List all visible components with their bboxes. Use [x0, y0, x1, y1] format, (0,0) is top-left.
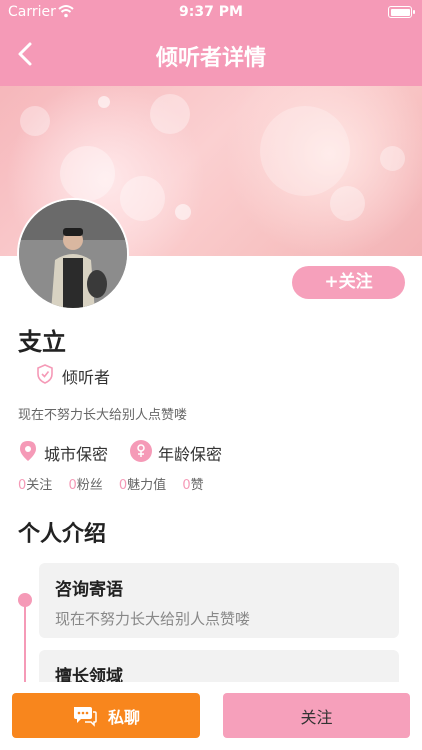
bottom-action-bar: 私聊 关注 — [0, 682, 422, 750]
gender-icon — [130, 440, 152, 462]
follow-button[interactable]: 关注 — [223, 693, 410, 738]
stat-charm[interactable]: 0魅力值 — [119, 474, 166, 493]
stat-fans[interactable]: 0粉丝 — [68, 474, 102, 493]
user-name: 支立 — [18, 328, 66, 356]
follow-pill-button[interactable]: +关注 — [292, 266, 405, 299]
top-bar: Carrier 9:37 PM 倾听者详情 — [0, 0, 422, 86]
card-text: 现在不努力长大给别人点赞喽 — [55, 610, 251, 628]
card-title: 咨询寄语 — [55, 580, 123, 600]
timeline-dot — [18, 593, 32, 607]
battery-icon — [388, 6, 415, 18]
page-title: 倾听者详情 — [155, 46, 266, 71]
chat-bubble-icon — [73, 706, 97, 727]
stat-likes[interactable]: 0赞 — [182, 474, 203, 493]
bio-text: 现在不努力长大给别人点赞喽 — [18, 408, 188, 423]
role-label: 倾听者 — [62, 368, 111, 387]
city-label: 城市保密 — [44, 445, 109, 464]
location-pin-icon — [20, 441, 36, 461]
avatar-photo — [19, 200, 127, 308]
status-bar: Carrier 9:37 PM — [0, 0, 422, 26]
private-chat-label: 私聊 — [107, 707, 140, 727]
avatar — [17, 198, 129, 310]
age-label: 年龄保密 — [158, 445, 223, 464]
clock: 9:37 PM — [179, 4, 243, 20]
private-chat-button[interactable]: 私聊 — [12, 693, 200, 738]
stats-row: 0关注 0粉丝 0魅力值 0赞 — [18, 474, 216, 493]
intro-card: 咨询寄语 现在不努力长大给别人点赞喽 — [39, 563, 399, 638]
intro-section-title: 个人介绍 — [18, 522, 107, 547]
shield-icon — [37, 364, 53, 384]
stat-following[interactable]: 0关注 — [18, 474, 52, 493]
